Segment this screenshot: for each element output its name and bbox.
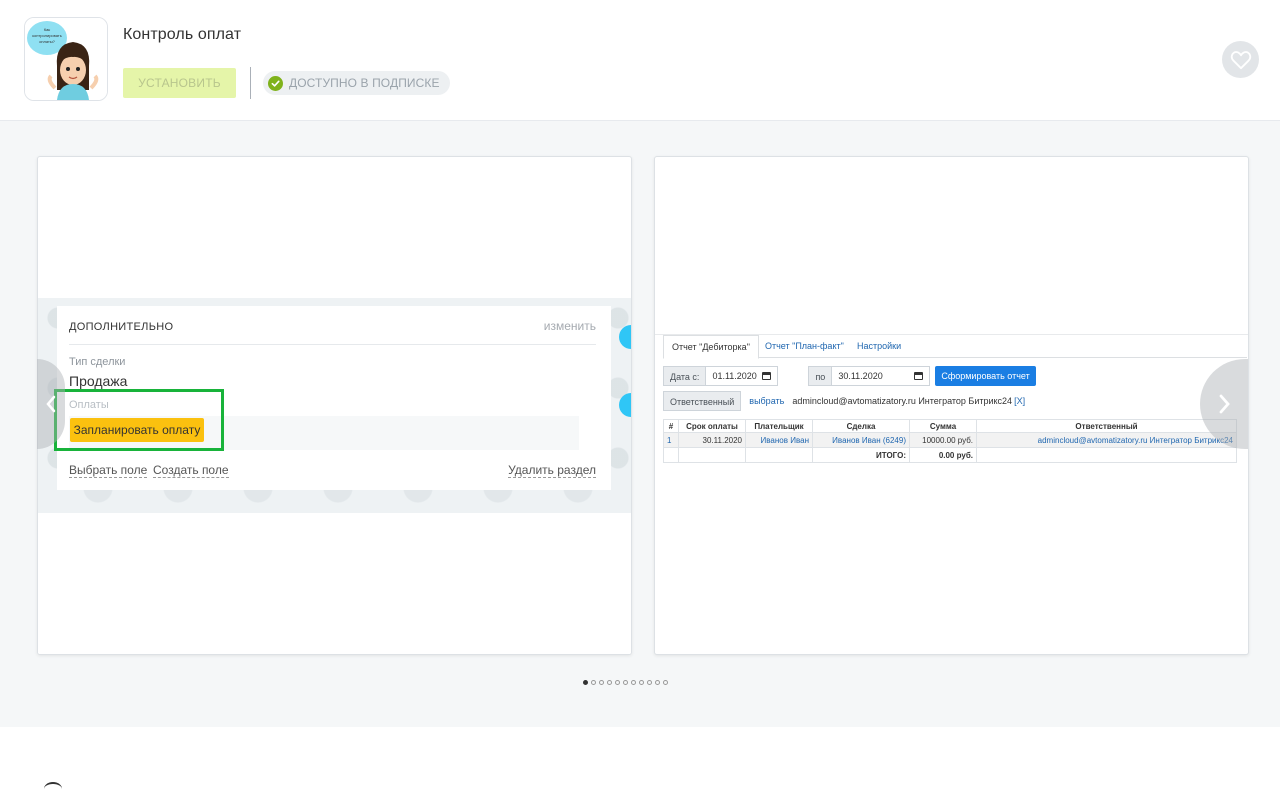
favorite-button[interactable] [1222,41,1259,78]
app-title: Контроль оплат [123,26,242,43]
pager-dot[interactable] [655,680,660,685]
report-panel: Отчет "Дебиторка" Отчет "План-факт" Наст… [655,334,1248,478]
pager-dot[interactable] [591,680,596,685]
table-cell[interactable]: Иванов Иван [745,432,813,448]
svg-text:оплаты?: оплаты? [39,39,56,44]
slide1-lower-area [38,513,631,654]
app-header: Как контролировать оплаты? Контроль опла… [0,0,1280,121]
report-tabs: Отчет "Дебиторка" Отчет "План-факт" Наст… [663,335,1247,359]
date-to-value: 30.11.2020 [838,371,883,381]
generate-report-button[interactable]: Сформировать отчет [935,366,1036,386]
chevron-right-icon [1219,394,1230,414]
pager-dot[interactable] [663,680,668,685]
pager-dot[interactable] [607,680,612,685]
table-header: Плательщик [745,419,813,433]
heart-icon [1230,50,1251,69]
app-icon-illustration: Как контролировать оплаты? [25,18,107,100]
pager-dot[interactable] [599,680,604,685]
pager-dot[interactable] [639,680,644,685]
table-header: Сделка [812,419,910,433]
receivables-table: # Срок оплаты Плательщик Сделка Сумма От… [663,419,1237,463]
date-filter-row: Дата с: 01.11.2020 по 30.11.2020 Сформир… [663,366,1036,386]
table-cell [678,447,746,463]
table-total-row: ИТОГО: 0.00 руб. [663,447,1237,463]
table-header: Ответственный [976,419,1237,433]
table-header-row: # Срок оплаты Плательщик Сделка Сумма От… [663,419,1237,433]
table-cell[interactable]: Иванов Иван (6249) [812,432,910,448]
table-header: # [663,419,679,433]
change-link[interactable]: изменить [544,319,596,333]
delete-section-link[interactable]: Удалить раздел [508,463,596,478]
payments-label: Оплаты [69,399,109,411]
responsible-label: Ответственный [663,391,742,411]
install-button[interactable]: Установить [123,68,236,98]
remove-responsible-link[interactable]: [X] [1014,396,1025,406]
calendar-icon[interactable] [762,372,772,380]
table-cell: 10000.00 руб. [909,432,977,448]
previous-slide-button[interactable] [37,359,65,449]
table-row: 1 30.11.2020 Иванов Иван Иванов Иван (62… [663,432,1237,448]
schedule-payment-button[interactable]: Запланировать оплату [70,418,204,442]
tab-receivables[interactable]: Отчет "Дебиторка" [663,335,759,359]
pager-dot[interactable] [631,680,636,685]
tab-plan-fact[interactable]: Отчет "План-факт" [757,335,852,357]
table-header: Срок оплаты [678,419,746,433]
table-cell[interactable]: 1 [663,432,679,448]
gallery-pager [583,680,671,686]
section-divider [69,344,596,345]
table-cell: 30.11.2020 [678,432,746,448]
svg-text:Как: Как [44,27,51,32]
check-icon [268,75,283,91]
chevron-left-icon [46,395,56,413]
deal-type-value: Продажа [69,373,128,389]
subscription-badge: Доступно в подписке [263,71,450,95]
table-cell [663,447,679,463]
gallery-slide-1[interactable]: Дополнительно изменить Тип сделки Продаж… [37,156,632,655]
table-cell [745,447,813,463]
table-cell[interactable]: admincloud@avtomatizatory.ru Интегратор … [976,432,1237,448]
screenshot-gallery: Дополнительно изменить Тип сделки Продаж… [0,121,1280,727]
choose-responsible-link[interactable]: выбрать [749,396,784,406]
date-from-label: Дата с: [663,366,707,386]
table-header: Сумма [909,419,977,433]
date-to-input[interactable]: 30.11.2020 [832,366,931,386]
responsible-filter-row: Ответственный выбрать admincloud@avtomat… [663,391,1025,411]
subscription-label: Доступно в подписке [289,76,440,90]
responsible-value: admincloud@avtomatizatory.ru Интегратор … [792,396,1013,406]
app-icon: Как контролировать оплаты? [24,17,108,101]
tab-settings[interactable]: Настройки [849,335,909,357]
pager-dot[interactable] [583,680,588,685]
select-field-link[interactable]: Выбрать поле [69,463,148,478]
pager-dot[interactable] [615,680,620,685]
total-label: ИТОГО: [812,447,910,463]
gallery-slide-2[interactable]: Отчет "Дебиторка" Отчет "План-факт" Наст… [654,156,1249,655]
pager-dot[interactable] [647,680,652,685]
deal-type-label: Тип сделки [69,356,126,368]
date-from-value: 01.11.2020 [712,371,757,381]
date-from-input[interactable]: 01.11.2020 [706,366,779,386]
bottom-section-icon [44,782,62,796]
header-divider [250,67,251,99]
slide1-additional-card: Дополнительно изменить Тип сделки Продаж… [54,306,611,490]
create-field-link[interactable]: Создать поле [153,463,229,478]
section-title: Дополнительно [69,321,174,333]
calendar-icon[interactable] [914,372,924,380]
table-cell [976,447,1237,463]
total-value: 0.00 руб. [909,447,977,463]
svg-text:контролировать: контролировать [32,33,62,38]
date-to-label: по [808,366,833,386]
pager-dot[interactable] [623,680,628,685]
